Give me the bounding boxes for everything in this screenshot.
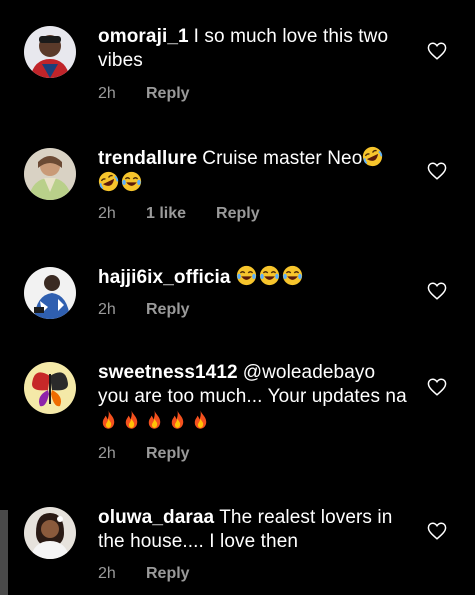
fire-emoji-icon xyxy=(194,410,207,429)
comment-body: trendallure Cruise master Neo xyxy=(98,146,408,196)
comment-meta: 2h Reply xyxy=(98,444,190,464)
rofl-emoji-icon xyxy=(98,171,119,192)
comment-username[interactable]: trendallure xyxy=(98,148,197,169)
reply-button[interactable]: Reply xyxy=(146,300,190,320)
avatar[interactable] xyxy=(24,148,76,200)
joy-emoji-icon xyxy=(259,265,279,286)
comment-time: 2h xyxy=(98,565,116,582)
comment-body: hajji6ix_officia xyxy=(98,265,408,290)
comment-username[interactable]: hajji6ix_officia xyxy=(98,267,231,288)
comment-time: 2h xyxy=(98,85,116,102)
fire-emoji-icon xyxy=(125,410,138,429)
person-avatar-icon xyxy=(24,148,76,200)
comment-body: sweetness1412 @woleadebayo you are too mu… xyxy=(98,361,408,434)
heart-outline-icon[interactable] xyxy=(427,282,447,300)
comment-body: oluwa_daraa The realest lovers in the hou… xyxy=(98,506,408,554)
person-avatar-icon xyxy=(24,507,76,559)
like-count[interactable]: 1 like xyxy=(146,204,186,224)
heart-outline-icon[interactable] xyxy=(427,42,447,60)
person-avatar-icon xyxy=(24,267,76,319)
comment-meta: 2h Reply xyxy=(98,564,190,584)
heart-outline-icon[interactable] xyxy=(427,162,447,180)
comment-body: omoraji_1 I so much love this two vibes xyxy=(98,25,408,73)
heart-outline-icon[interactable] xyxy=(427,378,447,396)
avatar[interactable] xyxy=(24,362,76,414)
fire-emoji-icon xyxy=(171,410,184,429)
avatar[interactable] xyxy=(24,267,76,319)
avatar[interactable] xyxy=(24,507,76,559)
reply-button[interactable]: Reply xyxy=(146,444,190,464)
fire-emoji-icon xyxy=(102,410,115,429)
comment-time: 2h xyxy=(98,301,116,318)
joy-emoji-icon xyxy=(282,265,302,286)
comment-username[interactable]: omoraji_1 xyxy=(98,26,189,47)
comment-time: 2h xyxy=(98,205,116,222)
heart-outline-icon[interactable] xyxy=(427,522,447,540)
comment-meta: 2h Reply xyxy=(98,300,190,320)
comment-time: 2h xyxy=(98,445,116,462)
reply-button[interactable]: Reply xyxy=(216,204,260,224)
reply-button[interactable]: Reply xyxy=(146,564,190,584)
comment-username[interactable]: sweetness1412 xyxy=(98,362,238,383)
butterfly-logo-avatar-icon xyxy=(24,362,76,414)
avatar[interactable] xyxy=(24,26,76,78)
reply-button[interactable]: Reply xyxy=(146,84,190,104)
screen-edge-strip xyxy=(0,510,8,595)
comment-meta: 2h 1 like Reply xyxy=(98,204,260,224)
comment-username[interactable]: oluwa_daraa xyxy=(98,507,214,528)
comment-text: Cruise master Neo xyxy=(202,148,363,169)
joy-emoji-icon xyxy=(121,171,142,192)
fire-emoji-icon xyxy=(148,410,161,429)
rofl-emoji-icon xyxy=(363,146,383,167)
comment-meta: 2h Reply xyxy=(98,84,190,104)
joy-emoji-icon xyxy=(236,265,256,286)
person-avatar-icon xyxy=(24,26,76,78)
